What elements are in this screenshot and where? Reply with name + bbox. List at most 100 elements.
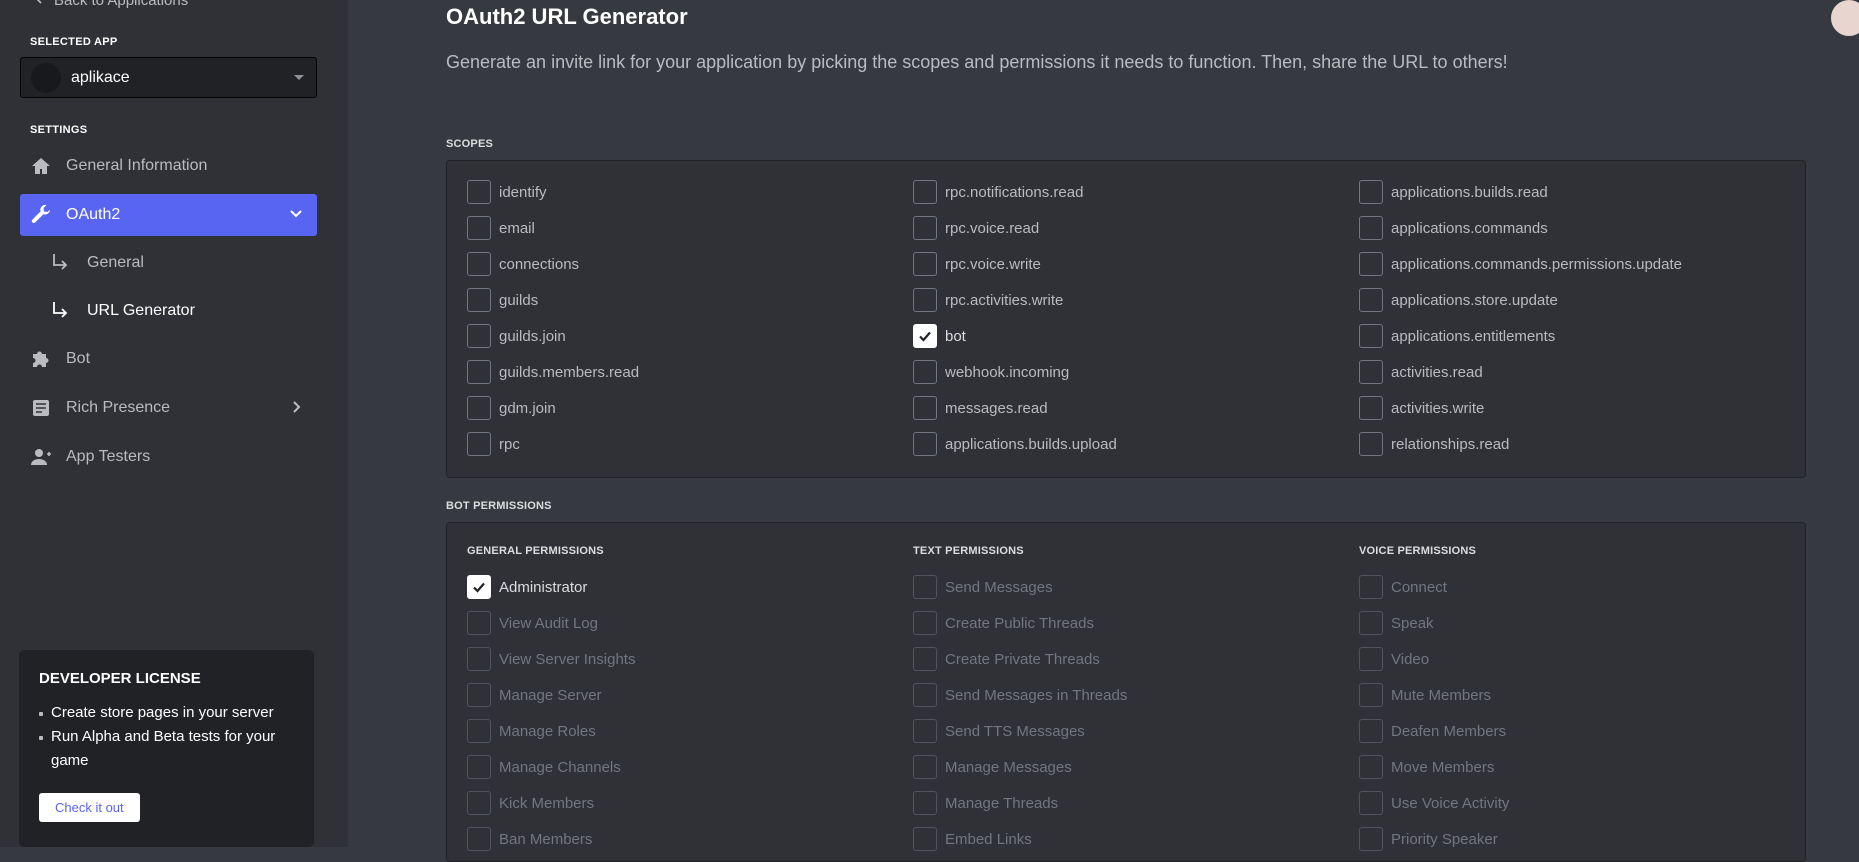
permission-group: VOICE PERMISSIONS Connect Speak Video Mute M… xyxy=(1359,545,1805,857)
checkbox-row[interactable]: identify xyxy=(467,174,913,210)
checkbox-row[interactable]: applications.builds.upload xyxy=(913,426,1359,462)
checkbox-label: Ban Members xyxy=(499,830,593,848)
checkbox-label: View Audit Log xyxy=(499,614,598,632)
checkbox xyxy=(1359,827,1383,851)
checkbox-row[interactable]: webhook.incoming xyxy=(913,354,1359,390)
checkbox[interactable] xyxy=(1359,180,1383,204)
checkbox[interactable] xyxy=(467,360,491,384)
checkbox[interactable] xyxy=(1359,360,1383,384)
checkbox[interactable] xyxy=(467,396,491,420)
checkbox-row: View Audit Log xyxy=(467,605,913,641)
checkbox xyxy=(467,755,491,779)
nav-item-general-information[interactable]: General Information xyxy=(20,145,317,187)
nav-subitem-general[interactable]: General xyxy=(50,244,310,282)
checkbox[interactable] xyxy=(913,252,937,276)
checkbox-row: Kick Members xyxy=(467,785,913,821)
checkbox-checked[interactable] xyxy=(467,575,491,599)
checkbox[interactable] xyxy=(467,432,491,456)
app-selector[interactable]: aplikace xyxy=(20,57,317,98)
nav-item-bot[interactable]: Bot xyxy=(20,338,317,380)
checkbox-row[interactable]: applications.store.update xyxy=(1359,282,1805,318)
checkbox-label: Create Public Threads xyxy=(945,614,1094,632)
checkbox-row[interactable]: rpc.notifications.read xyxy=(913,174,1359,210)
checkbox[interactable] xyxy=(1359,288,1383,312)
license-title: DEVELOPER LICENSE xyxy=(39,670,201,687)
checkbox-row[interactable]: guilds.members.read xyxy=(467,354,913,390)
checkbox-checked[interactable] xyxy=(913,324,937,348)
checkbox-row: Send Messages xyxy=(913,569,1359,605)
checkbox[interactable] xyxy=(913,288,937,312)
checkbox-row[interactable]: applications.entitlements xyxy=(1359,318,1805,354)
checkbox[interactable] xyxy=(467,324,491,348)
user-avatar[interactable] xyxy=(1829,0,1859,38)
check-it-out-button[interactable]: Check it out xyxy=(39,793,140,822)
checkbox-row[interactable]: activities.write xyxy=(1359,390,1805,426)
checkbox[interactable] xyxy=(1359,432,1383,456)
checkbox-row[interactable]: rpc xyxy=(467,426,913,462)
checkbox xyxy=(913,611,937,635)
back-to-applications-link[interactable]: Back to Applications xyxy=(34,0,188,9)
nav-subitem-url-generator[interactable]: URL Generator xyxy=(50,292,310,330)
checkbox-row[interactable]: rpc.activities.write xyxy=(913,282,1359,318)
checkbox-row[interactable]: activities.read xyxy=(1359,354,1805,390)
checkbox-row: Deafen Members xyxy=(1359,713,1805,749)
checkbox[interactable] xyxy=(913,396,937,420)
checkbox-row[interactable]: applications.builds.read xyxy=(1359,174,1805,210)
nav-item-rich-presence[interactable]: Rich Presence xyxy=(20,387,317,429)
checkbox xyxy=(1359,683,1383,707)
nav-item-app-testers[interactable]: App Testers xyxy=(20,436,317,478)
checkbox-row[interactable]: gdm.join xyxy=(467,390,913,426)
checkbox[interactable] xyxy=(913,216,937,240)
checkbox-label: Manage Server xyxy=(499,686,602,704)
permission-group: TEXT PERMISSIONS Send Messages Create Publ… xyxy=(913,545,1359,857)
checkbox[interactable] xyxy=(467,252,491,276)
checkbox-row[interactable]: bot xyxy=(913,318,1359,354)
developer-license-card: DEVELOPER LICENSE Create store pages in … xyxy=(19,650,314,847)
checkbox-row: Connect xyxy=(1359,569,1805,605)
checkbox[interactable] xyxy=(1359,324,1383,348)
checkbox-label: Embed Links xyxy=(945,830,1032,848)
scopes-column: identify email connections guilds guilds.joi… xyxy=(467,174,913,462)
checkbox[interactable] xyxy=(1359,396,1383,420)
checkbox[interactable] xyxy=(467,180,491,204)
checkbox-row: Manage Roles xyxy=(467,713,913,749)
checkbox[interactable] xyxy=(913,432,937,456)
checkbox-label: Create Private Threads xyxy=(945,650,1100,668)
selected-app-label: SELECTED APP xyxy=(30,36,118,48)
checkbox-label: Connect xyxy=(1391,578,1447,596)
checkbox-row[interactable]: relationships.read xyxy=(1359,426,1805,462)
checkbox[interactable] xyxy=(913,180,937,204)
checkbox[interactable] xyxy=(467,216,491,240)
checkbox-label: applications.builds.read xyxy=(1391,183,1548,201)
checkbox-row[interactable]: applications.commands xyxy=(1359,210,1805,246)
checkbox-row[interactable]: applications.commands.permissions.update xyxy=(1359,246,1805,282)
checkbox[interactable] xyxy=(467,288,491,312)
checkbox xyxy=(467,719,491,743)
checkbox-label: guilds xyxy=(499,291,539,309)
checkbox-row[interactable]: guilds xyxy=(467,282,913,318)
checkbox-row: Manage Server xyxy=(467,677,913,713)
checkbox-label: relationships.read xyxy=(1391,435,1510,453)
checkbox-row[interactable]: connections xyxy=(467,246,913,282)
checkbox-row[interactable]: rpc.voice.write xyxy=(913,246,1359,282)
checkbox-row[interactable]: Administrator xyxy=(467,569,913,605)
checkbox xyxy=(467,791,491,815)
checkbox xyxy=(913,719,937,743)
nav-item-oauth2[interactable]: OAuth2 xyxy=(20,194,317,236)
checkbox-row[interactable]: rpc.voice.read xyxy=(913,210,1359,246)
checkbox-row[interactable]: guilds.join xyxy=(467,318,913,354)
checkbox-label: rpc.voice.read xyxy=(945,219,1040,237)
checkbox-label: Use Voice Activity xyxy=(1391,794,1510,812)
checkbox-label: Administrator xyxy=(499,578,588,596)
checkbox-label: webhook.incoming xyxy=(945,363,1070,381)
checkbox-label: activities.write xyxy=(1391,399,1485,417)
checkbox-label: applications.commands.permissions.update xyxy=(1391,255,1682,273)
sidebar: Back to Applications SELECTED APP aplika… xyxy=(0,0,348,847)
permission-group-heading: GENERAL PERMISSIONS xyxy=(467,545,604,557)
checkbox[interactable] xyxy=(913,360,937,384)
checkbox-row[interactable]: messages.read xyxy=(913,390,1359,426)
checkbox-label: Send TTS Messages xyxy=(945,722,1085,740)
checkbox-row[interactable]: email xyxy=(467,210,913,246)
checkbox[interactable] xyxy=(1359,252,1383,276)
checkbox[interactable] xyxy=(1359,216,1383,240)
